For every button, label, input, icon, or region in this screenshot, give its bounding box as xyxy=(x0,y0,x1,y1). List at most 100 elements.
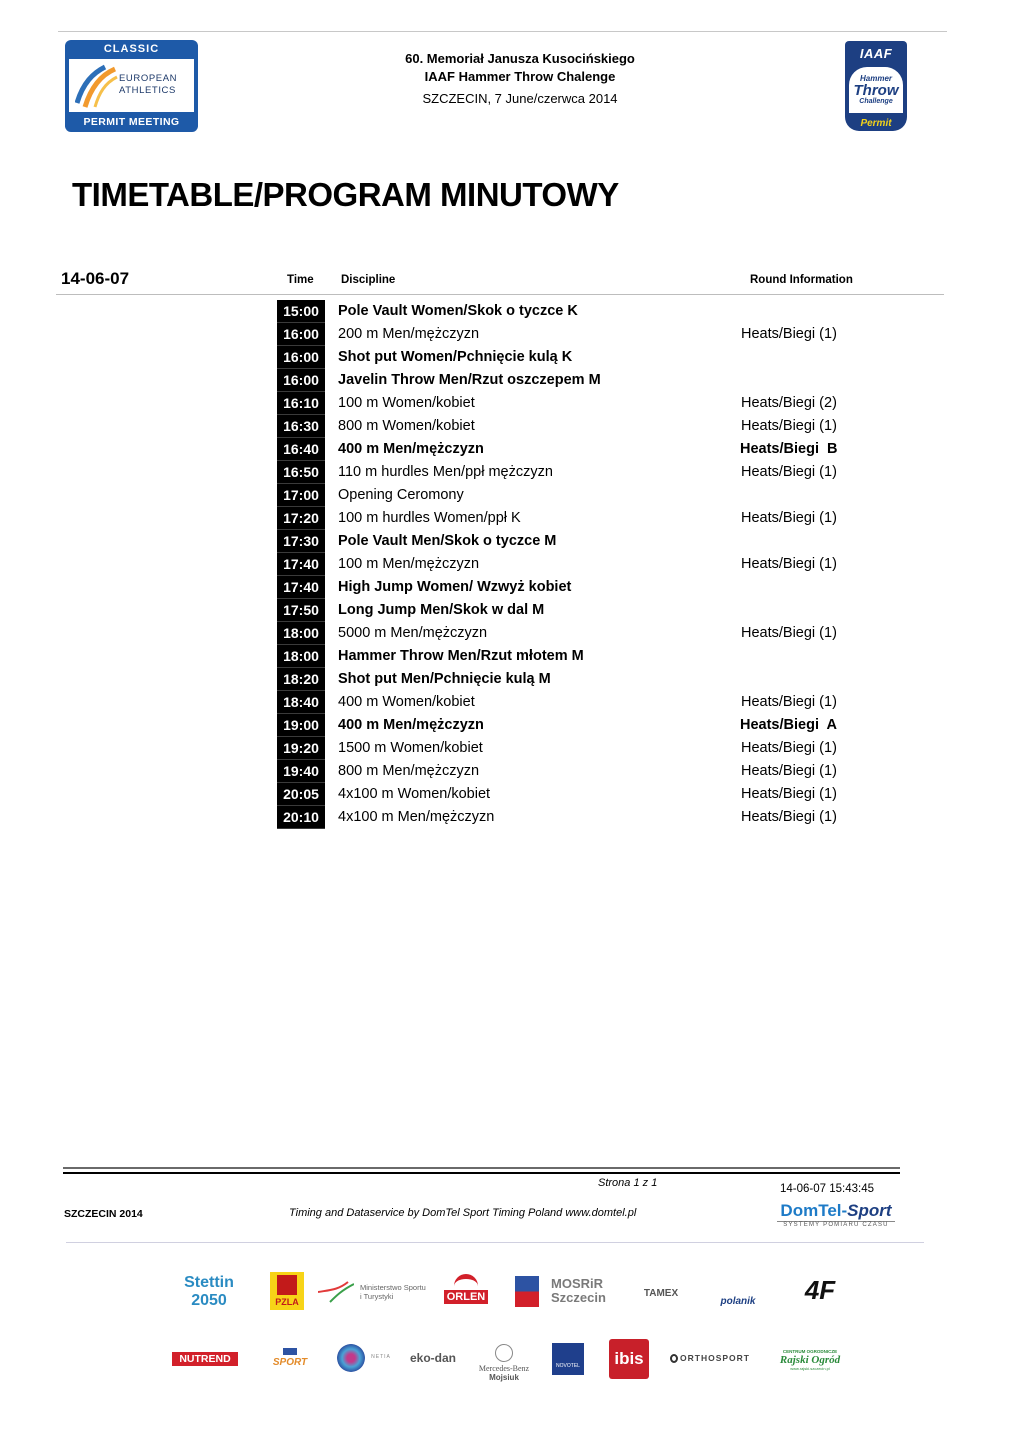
table-row: 20:05 4x100 m Women/kobiet Heats/Biegi (1) xyxy=(277,783,877,806)
row-time: 19:40 xyxy=(277,760,325,783)
printed-timestamp: 14-06-07 15:43:45 xyxy=(780,1183,874,1195)
row-discipline: High Jump Women/ Wzwyż kobiet xyxy=(338,579,572,595)
row-time: 19:00 xyxy=(277,714,325,737)
pzla-label: PZLA xyxy=(275,1297,299,1307)
table-row: 16:00 Javelin Throw Men/Rzut oszczepem M xyxy=(277,369,877,392)
logo-classic-label: CLASSIC xyxy=(103,43,160,55)
orthosport-icon xyxy=(670,1353,679,1363)
ministry-swoosh-icon xyxy=(318,1281,354,1303)
row-round-info: Heats/Biegi (1) xyxy=(741,740,837,756)
table-row: 18:20 Shot put Men/Pchnięcie kulą M xyxy=(277,668,877,691)
tvp-icon xyxy=(283,1348,297,1355)
sponsor-tvp-sport-logo: SPORT xyxy=(265,1344,315,1372)
row-time: 17:40 xyxy=(277,553,325,576)
sponsor-netia-logo: NETIA xyxy=(371,1354,391,1360)
row-round-info: Heats/Biegi (1) xyxy=(741,625,837,641)
row-time: 20:10 xyxy=(277,806,325,829)
row-time: 16:10 xyxy=(277,392,325,415)
sponsor-divider xyxy=(66,1242,924,1243)
table-row: 18:00 5000 m Men/mężczyzn Heats/Biegi (1) xyxy=(277,622,877,645)
table-row: 16:10 100 m Women/kobiet Heats/Biegi (2) xyxy=(277,392,877,415)
row-time: 16:00 xyxy=(277,323,325,346)
row-discipline: 1500 m Women/kobiet xyxy=(338,740,483,756)
table-row: 18:00 Hammer Throw Men/Rzut młotem M xyxy=(277,645,877,668)
row-round-info: Heats/Biegi (1) xyxy=(741,809,837,825)
row-time: 16:30 xyxy=(277,415,325,438)
orlen-eagle-icon xyxy=(454,1274,478,1288)
row-time: 17:20 xyxy=(277,507,325,530)
row-discipline: Shot put Women/Pchnięcie kulą K xyxy=(338,349,573,365)
mercedes-label: Mercedes-Benz xyxy=(478,1364,530,1373)
row-discipline: 400 m Men/mężczyzn xyxy=(338,717,484,733)
row-discipline: 4x100 m Women/kobiet xyxy=(338,786,491,802)
column-header-discipline: Discipline xyxy=(341,274,396,286)
sponsor-nutrend-logo: NUTREND xyxy=(172,1352,238,1366)
event-header: 60. Memoriał Janusza Kusocińskiego IAAF … xyxy=(360,50,680,111)
domtel-tagline: SYSTEMY POMIARU CZASU xyxy=(777,1221,895,1228)
schedule-date: 14-06-07 xyxy=(61,269,130,288)
row-time: 17:40 xyxy=(277,576,325,599)
row-time: 16:00 xyxy=(277,369,325,392)
row-discipline: Shot put Men/Pchnięcie kulą M xyxy=(338,671,551,687)
row-round-info: Heats/Biegi (1) xyxy=(741,418,837,434)
event-name: 60. Memoriał Janusza Kusocińskiego xyxy=(405,51,635,66)
row-time: 18:20 xyxy=(277,668,325,691)
sponsor-ekodan-logo: eko-dan xyxy=(409,1351,456,1365)
table-row: 19:00 400 m Men/mężczyzn Heats/Biegi A xyxy=(277,714,877,737)
sponsor-mercedes-logo: Mercedes-Benz Mojsiuk xyxy=(474,1338,534,1388)
row-discipline: Long Jump Men/Skok w dal M xyxy=(338,602,545,618)
rajski-url: www.rajski.szczecin.pl xyxy=(790,1366,830,1371)
sponsor-orthosport-logo: ORTHOSPORT xyxy=(670,1352,750,1364)
throw-label: Throw xyxy=(853,82,899,99)
mosrir-crest-icon xyxy=(515,1276,539,1307)
netia-dots-icon xyxy=(337,1344,365,1372)
row-round-info: Heats/Biegi (1) xyxy=(741,786,837,802)
row-discipline: Opening Ceromony xyxy=(338,487,464,503)
table-row: 17:20 100 m hurdles Women/ppł K Heats/Bieg… xyxy=(277,507,877,530)
table-row: 17:50 Long Jump Men/Skok w dal M xyxy=(277,599,877,622)
row-time: 18:40 xyxy=(277,691,325,714)
header-divider xyxy=(56,294,944,295)
footer-rule xyxy=(63,1167,900,1169)
row-discipline: 400 m Men/mężczyzn xyxy=(338,441,484,457)
row-round-info: Heats/Biegi (1) xyxy=(741,464,837,480)
row-time: 17:50 xyxy=(277,599,325,622)
row-time: 15:00 xyxy=(277,300,325,323)
sponsor-rajski-ogrod-logo: CENTRUM OGRODNICZE Rajski Ogród www.rajs… xyxy=(770,1346,850,1374)
column-header-round: Round Information xyxy=(750,274,853,286)
athletics-swoosh-icon xyxy=(75,64,118,108)
row-time: 17:30 xyxy=(277,530,325,553)
row-round-info: Heats/Biegi A xyxy=(740,717,837,733)
row-time: 18:00 xyxy=(277,645,325,668)
mojsiuk-label: Mojsiuk xyxy=(489,1373,519,1382)
table-row: 20:10 4x100 m Men/mężczyzn Heats/Biegi (1) xyxy=(277,806,877,829)
logo-european-label: EUROPEAN xyxy=(119,73,178,84)
table-row: 16:30 800 m Women/kobiet Heats/Biegi (1) xyxy=(277,415,877,438)
row-round-info: Heats/Biegi (1) xyxy=(741,556,837,572)
event-series: IAAF Hammer Throw Chalenge xyxy=(424,69,616,84)
table-row: 16:00 200 m Men/mężczyzn Heats/Biegi (1) xyxy=(277,323,877,346)
table-row: 16:40 400 m Men/mężczyzn Heats/Biegi B xyxy=(277,438,877,461)
footer-location: SZCZECIN 2014 xyxy=(64,1208,143,1220)
table-row: 15:00 Pole Vault Women/Skok o tyczce K xyxy=(277,300,877,323)
event-location-date: SZCZECIN, 7 June/czerwca 2014 xyxy=(422,91,618,106)
sponsor-tamex-logo: TAMEX xyxy=(643,1287,679,1299)
mercedes-star-icon xyxy=(495,1344,513,1362)
row-discipline: 800 m Men/mężczyzn xyxy=(338,763,480,779)
row-round-info: Heats/Biegi (1) xyxy=(741,326,837,342)
table-row: 17:30 Pole Vault Men/Skok o tyczce M xyxy=(277,530,877,553)
row-discipline: Pole Vault Women/Skok o tyczce K xyxy=(338,303,578,319)
row-round-info: Heats/Biegi (1) xyxy=(741,763,837,779)
sponsor-4f-logo: 4F xyxy=(804,1274,836,1305)
footer-rule xyxy=(63,1172,900,1174)
table-row: 19:40 800 m Men/mężczyzn Heats/Biegi (1) xyxy=(277,760,877,783)
logo-permit-label: PERMIT MEETING xyxy=(83,116,180,128)
sponsor-novotel-logo: NOVOTEL xyxy=(552,1343,584,1375)
row-discipline: Hammer Throw Men/Rzut młotem M xyxy=(338,648,584,664)
top-rule xyxy=(58,31,947,32)
table-row: 16:00 Shot put Women/Pchnięcie kulą K xyxy=(277,346,877,369)
row-round-info: Heats/Biegi (1) xyxy=(741,510,837,526)
table-row: 17:40 High Jump Women/ Wzwyż kobiet xyxy=(277,576,877,599)
rajski-name: Rajski Ogród xyxy=(779,1354,841,1366)
row-discipline: 110 m hurdles Men/ppł mężczyzn xyxy=(338,464,553,480)
